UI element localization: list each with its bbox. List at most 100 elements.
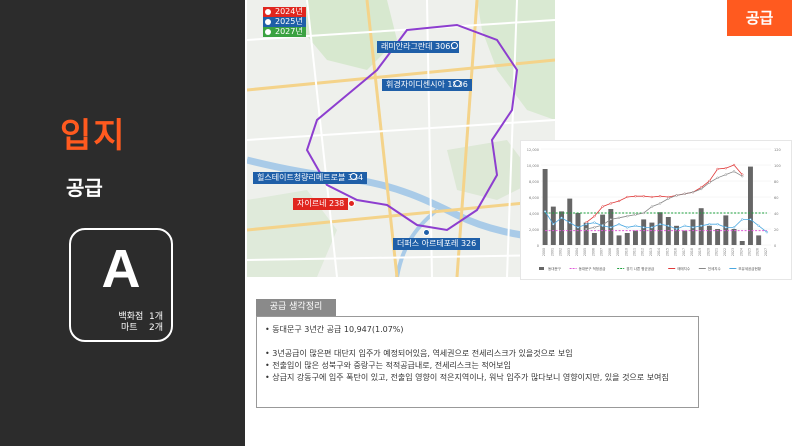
line-point: [658, 223, 662, 226]
line-point: [617, 216, 621, 219]
x-tick-label: 2003: [567, 248, 571, 256]
line-point: [757, 224, 760, 227]
x-tick-label: 2000: [542, 248, 546, 256]
bar: [748, 166, 753, 245]
legend-dot-icon: [265, 19, 271, 25]
line-point: [593, 226, 596, 229]
line-point: [634, 195, 637, 198]
map-marker-icon[interactable]: [423, 229, 430, 236]
legend-2024: 2024년: [263, 7, 306, 17]
line-point: [593, 215, 596, 218]
bar: [616, 235, 622, 245]
map-label-arteforet[interactable]: 더퍼스 아르테포레 326: [393, 238, 481, 250]
series-line: [586, 170, 743, 230]
bar: [559, 211, 564, 245]
map-marker-icon[interactable]: [454, 80, 461, 87]
line-point: [716, 223, 719, 226]
bar: [575, 213, 581, 245]
y2-tick-label: 60: [774, 196, 778, 200]
y-tick-label: 0: [537, 244, 539, 248]
bar: [649, 222, 655, 245]
chart-svg: 12,000 10,000 8,000 6,000 4,000 2,000 0 120 100 8…: [527, 148, 781, 271]
stat-mart: 마트 2개: [120, 323, 163, 333]
legend-2027: 2027년: [263, 27, 306, 37]
x-tick-label: 2012: [641, 248, 645, 256]
x-tick-label: 2002: [559, 248, 563, 256]
bar: [731, 229, 737, 245]
line-point: [732, 163, 736, 167]
line-point: [667, 224, 670, 227]
line-point: [683, 192, 686, 195]
x-tick-label: 2008: [608, 248, 612, 256]
bar: [739, 241, 745, 245]
line-point: [675, 227, 678, 231]
line-point: [543, 210, 547, 213]
x-tick-label: 2025: [747, 248, 751, 256]
notes-header: 공급 생각정리: [256, 299, 336, 316]
bar: [657, 212, 663, 245]
y2-tick-label: 80: [774, 180, 778, 184]
map-marker-icon[interactable]: [451, 42, 458, 49]
y2-tick-label: 20: [774, 228, 778, 232]
bar: [591, 233, 597, 245]
grade-card: A 백화점 1개 마트 2개: [69, 228, 173, 342]
line-point: [658, 195, 662, 198]
line-point: [617, 223, 621, 226]
note-item: 동대문구 3년간 공급 10,947(1.07%): [265, 324, 690, 336]
note-item: 전출입이 많은 성북구와 중랑구는 적적공급내로, 전세리스크는 적어보임: [265, 360, 690, 372]
line-point: [650, 205, 654, 208]
bar: [624, 233, 630, 245]
y-tick-label: 4,000: [529, 212, 539, 216]
line-point: [626, 226, 629, 229]
page-subtitle: 공급: [66, 176, 103, 200]
bar: [756, 235, 762, 245]
line-point: [691, 191, 695, 194]
bar: [715, 229, 721, 245]
bar: [542, 169, 548, 245]
stat-department-store: 백화점 1개: [118, 312, 163, 322]
x-tick-label: 2018: [690, 248, 694, 256]
line-point: [724, 173, 727, 176]
x-tick-label: 2016: [674, 248, 678, 256]
x-tick-label: 2009: [616, 248, 620, 256]
notes-box: 동대문구 3년간 공급 10,947(1.07%) 3년공급이 많은편 대단지 …: [256, 316, 699, 408]
line-point: [585, 223, 588, 226]
x-tick-label: 2026: [756, 248, 760, 256]
legend-label: 보유세공급현황: [738, 266, 761, 271]
bar: [682, 230, 688, 245]
map-marker-icon[interactable]: [350, 173, 357, 180]
x-tick-label: 2014: [657, 248, 661, 256]
line-point: [708, 181, 711, 184]
line-point: [741, 175, 744, 178]
map-label-xirne[interactable]: 자이르네 238: [293, 198, 349, 210]
map-label-raemian[interactable]: 래미안라그란데 3069: [377, 41, 460, 53]
bar: [600, 214, 606, 245]
line-point: [609, 202, 612, 205]
supply-map[interactable]: 2024년 2025년 2027년 래미안라그란데 3069 휘경자이디센시아 …: [247, 0, 555, 277]
legend-label: 전세지수: [708, 266, 722, 271]
line-point: [700, 187, 703, 191]
line-point: [593, 221, 596, 224]
legend-label: 동대문구 적정공급: [579, 266, 607, 271]
line-point: [650, 226, 654, 229]
x-tick-label: 2004: [575, 248, 579, 256]
bar: [641, 219, 647, 245]
legend-swatch: [539, 267, 544, 270]
bar: [690, 219, 696, 245]
x-tick-label: 2017: [682, 248, 686, 256]
line-point: [667, 197, 670, 200]
y2-tick-label: 120: [774, 148, 781, 152]
legend-dot-icon: [265, 29, 271, 35]
x-tick-label: 2027: [764, 248, 768, 256]
legend-label: 매매지수: [677, 266, 691, 271]
map-marker-icon[interactable]: [348, 200, 355, 207]
x-tick-label: 2024: [739, 248, 743, 256]
y-tick-label: 12,000: [527, 148, 539, 152]
grade-stats: 백화점 1개 마트 2개: [83, 312, 163, 334]
line-point: [617, 199, 621, 203]
line-point: [626, 215, 629, 218]
x-tick-label: 2015: [665, 248, 669, 256]
legend-2025: 2025년: [263, 17, 306, 27]
line-point: [634, 213, 637, 216]
line-point: [576, 226, 580, 229]
